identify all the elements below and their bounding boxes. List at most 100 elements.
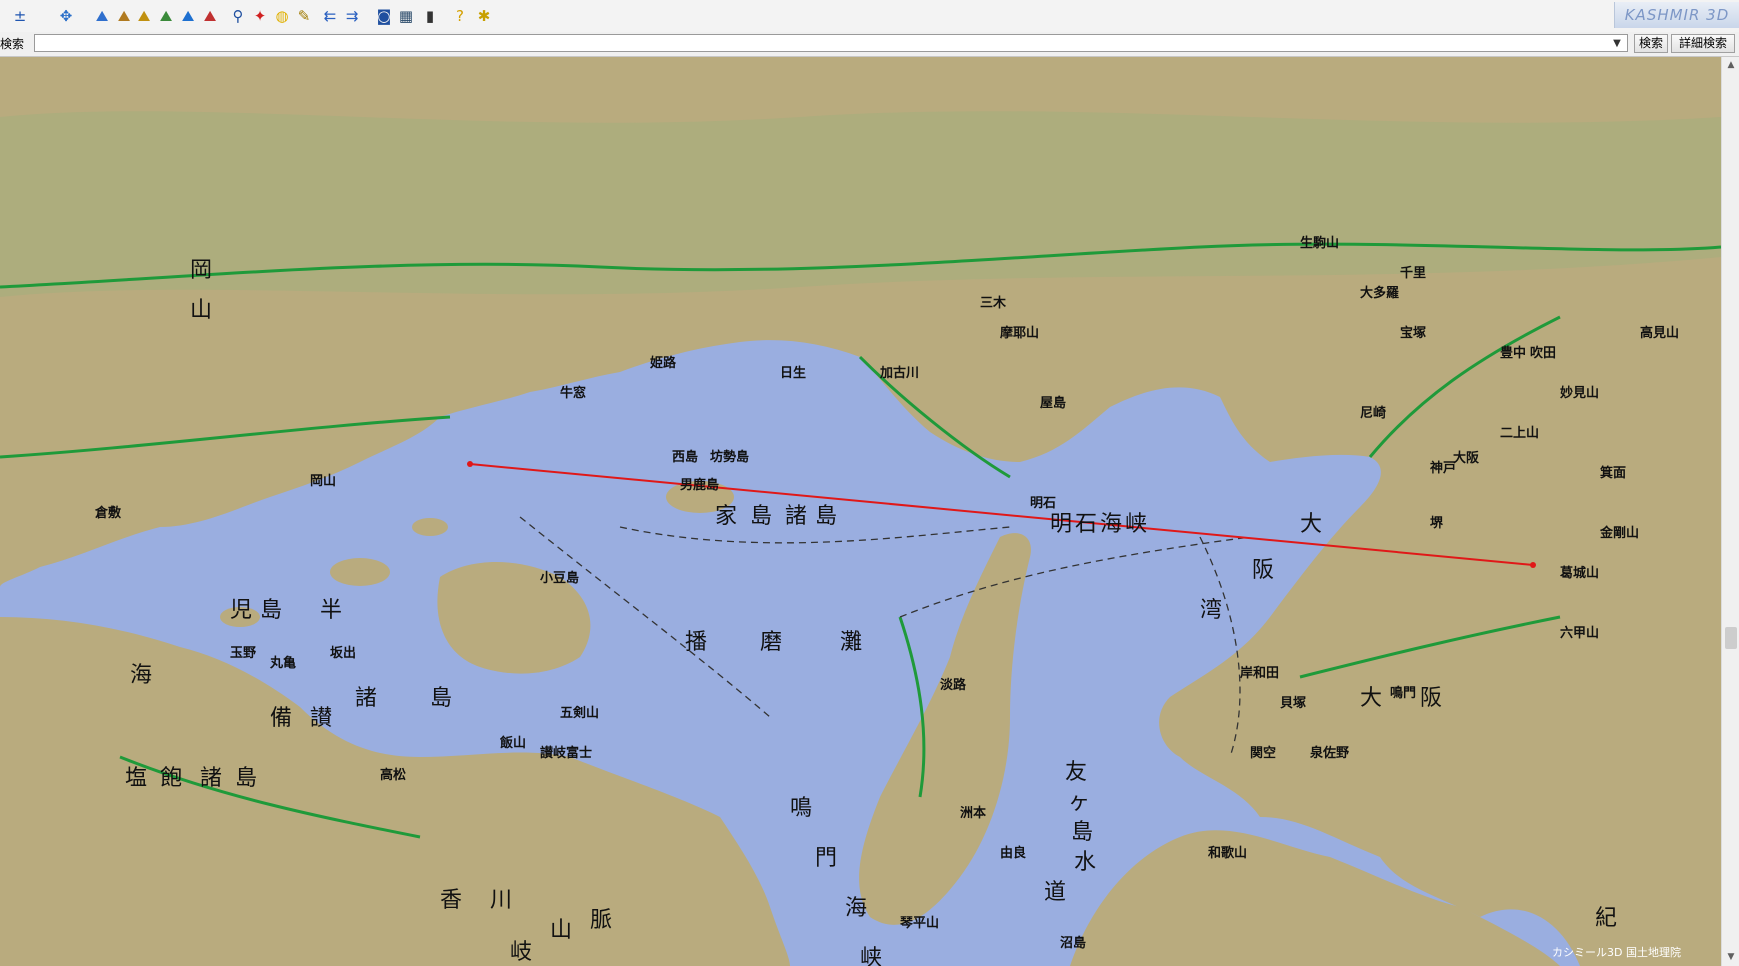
region-label: 山 — [190, 298, 212, 323]
region-label: 磨 — [760, 630, 782, 655]
binoculars-icon[interactable]: ⚲ — [228, 6, 248, 26]
back-arrow-icon[interactable]: ⇇ — [320, 6, 340, 26]
run-icon[interactable]: ✱ — [474, 6, 494, 26]
terrain-view-5-icon[interactable]: ⛰ — [178, 6, 198, 26]
region-label: 水 — [1074, 850, 1096, 875]
pencil-icon[interactable]: ✎ — [294, 6, 314, 26]
region-label: 峡 — [860, 946, 882, 966]
vertical-scrollbar[interactable]: ▲ ▼ — [1721, 57, 1739, 966]
camera-icon[interactable]: ◙ — [374, 6, 394, 26]
place-label: 尼崎 — [1360, 405, 1386, 421]
region-label: 香 — [440, 888, 462, 913]
place-label: 讃岐富士 — [540, 745, 592, 761]
paint-icon[interactable]: ✦ — [250, 6, 270, 26]
search-input[interactable] — [34, 34, 1628, 52]
zoom-search-icon[interactable]: ± — [10, 6, 30, 26]
search-label: 検索 — [0, 37, 25, 51]
region-label: 播 — [685, 630, 707, 655]
place-label: 洲本 — [960, 805, 986, 821]
island-mid — [412, 518, 448, 536]
place-label: 岸和田 — [1240, 665, 1279, 681]
scroll-thumb[interactable] — [1725, 627, 1737, 649]
region-label: 島 — [750, 504, 772, 529]
region-label: 諸 — [785, 504, 807, 529]
region-label: 灘 — [840, 630, 862, 655]
region-label: 大 — [1360, 686, 1382, 711]
place-label: 加古川 — [879, 365, 919, 381]
place-label: 泉佐野 — [1310, 745, 1349, 761]
place-label: 大阪 — [1453, 450, 1480, 466]
place-label: 丸亀 — [269, 655, 296, 671]
place-label: 神戸 — [1430, 460, 1456, 476]
region-label: 紀 — [1595, 906, 1617, 931]
forest-overlay — [0, 111, 1721, 297]
place-label: 牛窓 — [560, 385, 586, 401]
map-attribution: カシミール3D 国土地理院 — [1552, 945, 1681, 959]
terrain-view-3-icon[interactable]: ⛰ — [134, 6, 154, 26]
place-label: 豊中 — [1500, 345, 1526, 361]
route-end-marker — [1530, 562, 1536, 568]
place-label: 玉野 — [230, 646, 256, 661]
place-label: 葛城山 — [1559, 565, 1599, 581]
route-start-marker — [467, 461, 473, 467]
region-label: 諸 — [200, 766, 222, 791]
region-label: 海 — [845, 896, 867, 921]
place-label: 由良 — [1000, 845, 1026, 861]
region-label: 海 — [130, 663, 152, 688]
place-label: 和歌山 — [1208, 845, 1247, 861]
region-label: 家 — [715, 504, 737, 529]
place-label: 坂出 — [330, 645, 356, 661]
place-label: 金剛山 — [1599, 525, 1639, 541]
scroll-up-icon[interactable]: ▲ — [1722, 57, 1739, 74]
place-label: 吹田 — [1530, 345, 1556, 361]
scroll-down-icon[interactable]: ▼ — [1722, 949, 1739, 966]
place-label: 姫路 — [650, 355, 677, 371]
brand-logo: KASHMIR 3D — [1614, 2, 1739, 28]
place-label: 鳴門 — [1390, 685, 1416, 701]
place-label: 高見山 — [1640, 325, 1679, 341]
device-icon[interactable]: ▮ — [420, 6, 440, 26]
place-label: 明石 — [1030, 496, 1056, 511]
advanced-search-button[interactable]: 詳細検索 — [1671, 34, 1735, 53]
region-label: 峡 — [1125, 512, 1147, 537]
region-label: 山 — [550, 918, 572, 943]
region-label: 島 — [260, 598, 282, 623]
place-label: 堺 — [1430, 515, 1444, 531]
forward-arrow-icon[interactable]: ⇉ — [342, 6, 362, 26]
place-label: 摩耶山 — [1000, 325, 1039, 341]
place-label: 淡路 — [940, 677, 967, 693]
place-label: 日生 — [780, 365, 806, 381]
region-label: 岡 — [190, 258, 212, 283]
terrain-view-6-icon[interactable]: ⛰ — [200, 6, 220, 26]
region-label: 半 — [320, 598, 342, 623]
place-label: 高松 — [380, 767, 406, 783]
map-view[interactable]: 岡山児島半海塩飽諸島備讃諸島香川家島諸島播磨灘明石海峡大阪湾鳴門海峡友ヶ島水道大… — [0, 57, 1721, 966]
place-label: 生駒山 — [1300, 235, 1339, 251]
terrain-view-4-icon[interactable]: ⛰ — [156, 6, 176, 26]
place-label: 千里 — [1400, 265, 1426, 281]
palette-icon[interactable]: ◍ — [272, 6, 292, 26]
region-label: 海 — [1100, 512, 1122, 537]
region-label: 備 — [270, 706, 292, 731]
terrain-view-1-icon[interactable]: ⛰ — [92, 6, 112, 26]
place-label: 小豆島 — [540, 570, 579, 586]
place-label: 五剣山 — [560, 705, 599, 721]
place-label: 琴平山 — [900, 915, 939, 931]
cursor-icon[interactable]: ✥ — [56, 6, 76, 26]
map-canvas[interactable]: 岡山児島半海塩飽諸島備 讃諸 島香 川家島諸島播磨灘明石海峡大阪湾鳴門海峡友ヶ島水道大… — [0, 57, 1721, 966]
film-icon[interactable]: ▦ — [396, 6, 416, 26]
terrain-view-2-icon[interactable]: ⛰ — [114, 6, 134, 26]
region-label: 諸 — [355, 686, 377, 711]
place-label: 三木 — [980, 295, 1007, 311]
region-label: 塩 — [125, 766, 147, 791]
search-button[interactable]: 検索 — [1634, 34, 1668, 53]
region-label: 脈 — [590, 908, 612, 933]
region-label: 岐 — [510, 940, 532, 965]
place-label: 倉敷 — [94, 505, 122, 521]
region-label: 友 — [1065, 760, 1087, 785]
region-label: 大 — [1300, 512, 1322, 537]
place-label: 貝塚 — [1280, 696, 1306, 711]
help-icon[interactable]: ? — [450, 6, 470, 26]
chevron-down-icon[interactable]: ▼ — [1609, 36, 1625, 52]
region-label: 鳴 — [790, 796, 812, 821]
